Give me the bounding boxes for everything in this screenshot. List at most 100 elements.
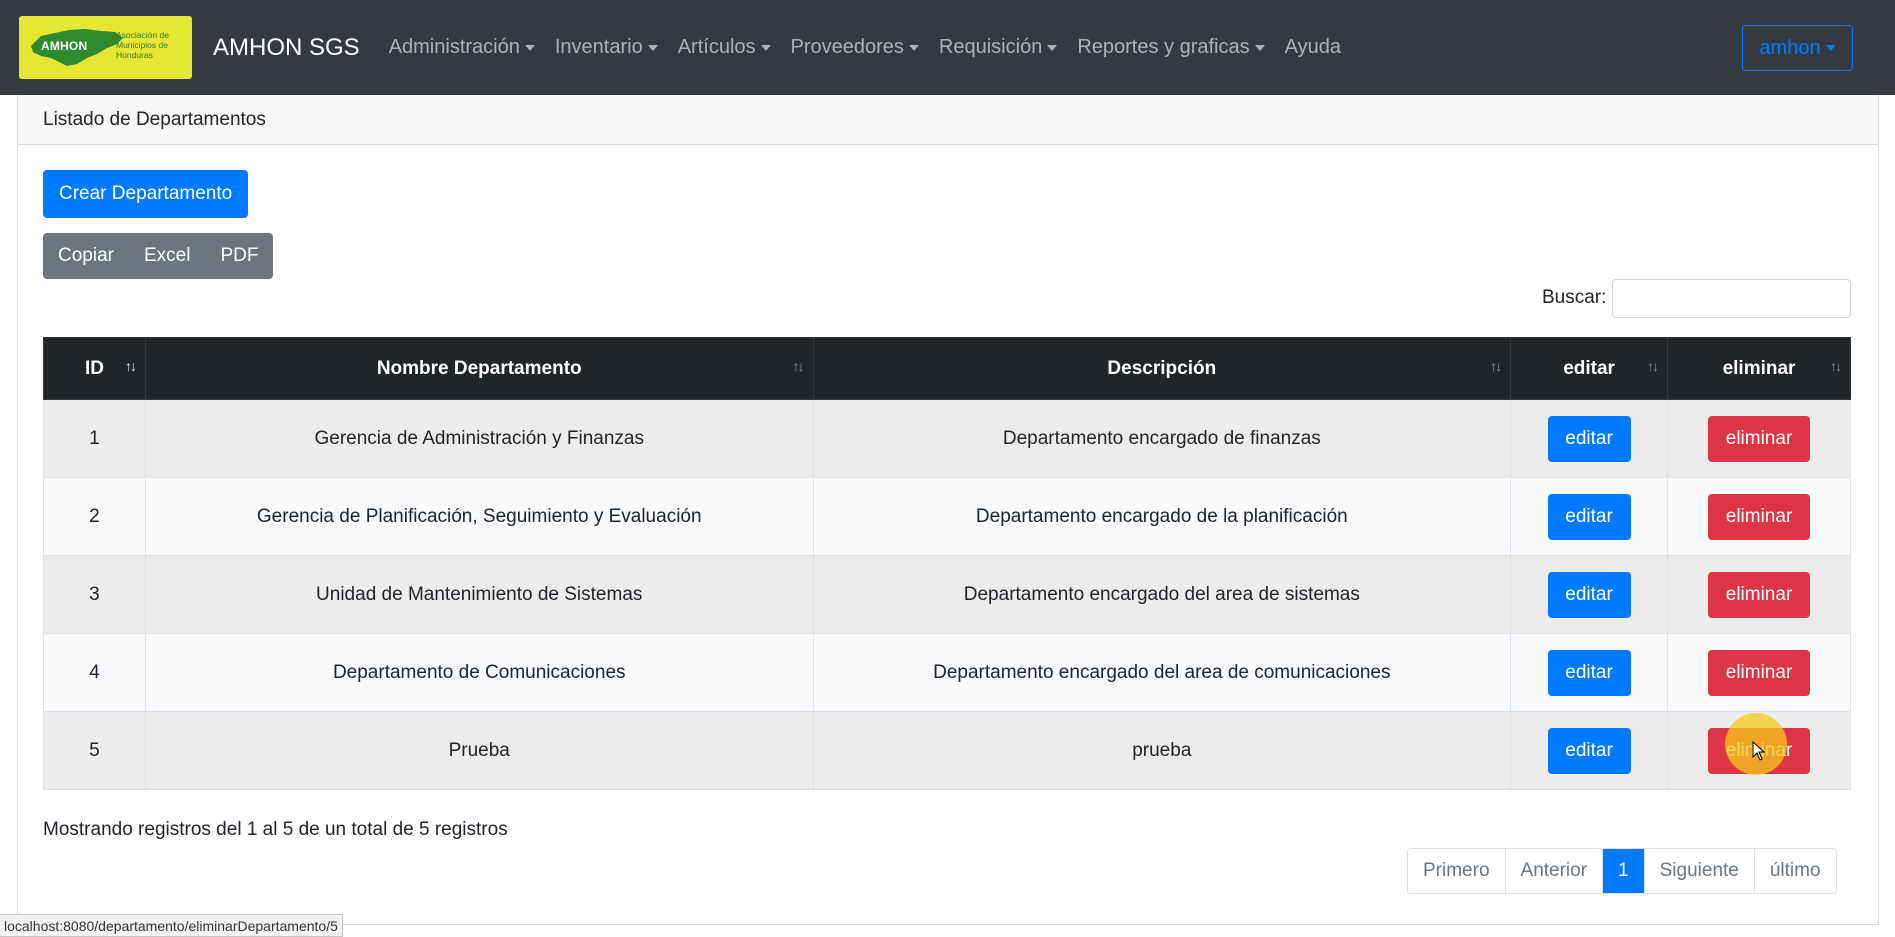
- sort-icon: ↑↓: [124, 358, 137, 374]
- copy-button[interactable]: Copiar: [43, 245, 129, 267]
- cell-delete: eliminar: [1667, 399, 1851, 478]
- nav-proveedores[interactable]: Proveedores: [781, 36, 929, 59]
- caret-down-icon: [908, 44, 919, 51]
- cell-text: Gerencia de Administración y Finanzas: [314, 427, 644, 449]
- sort-icon: ↑↓: [792, 358, 805, 374]
- column-label: ID: [84, 357, 104, 379]
- page-next-button[interactable]: Siguiente: [1644, 849, 1755, 893]
- caret-down-icon: [1254, 44, 1265, 51]
- nav-label: Reportes y graficas: [1077, 36, 1250, 58]
- caret-down-icon: [647, 44, 658, 51]
- user-label: amhon: [1759, 36, 1821, 59]
- cell-name: Departamento de Comunicaciones: [144, 633, 814, 712]
- brand-title[interactable]: AMHON SGS: [213, 34, 360, 62]
- user-menu-button[interactable]: amhon: [1742, 25, 1853, 71]
- pagination: Primero Anterior 1 Siguiente último: [1407, 848, 1837, 894]
- cell-id: 5: [43, 711, 146, 790]
- page-first-button[interactable]: Primero: [1408, 849, 1506, 893]
- nav-label: Requisición: [938, 36, 1043, 58]
- delete-button[interactable]: eliminar: [1708, 571, 1811, 618]
- top-navbar: AMHON Asociación de Municipios de Hondur…: [0, 0, 1895, 95]
- column-header-name[interactable]: Nombre Departamento ↑↓: [144, 337, 814, 400]
- create-department-button[interactable]: Crear Departamento: [43, 170, 249, 218]
- cell-name: Gerencia de Planificación, Seguimiento y…: [144, 477, 814, 556]
- amhon-logo[interactable]: AMHON Asociación de Municipios de Hondur…: [19, 16, 192, 79]
- export-button-group: Copiar Excel PDF: [43, 233, 273, 279]
- page-last-button[interactable]: último: [1754, 849, 1836, 893]
- cell-text: Departamento de Comunicaciones: [332, 661, 626, 683]
- cell-text: Departamento encargado del area de siste…: [963, 583, 1360, 605]
- cell-id: 1: [43, 399, 146, 478]
- cell-description: prueba: [812, 711, 1512, 790]
- column-label: eliminar: [1722, 357, 1796, 379]
- nav-label: Inventario: [554, 36, 643, 58]
- delete-button[interactable]: eliminar: [1708, 415, 1811, 462]
- delete-button[interactable]: eliminar: [1708, 727, 1811, 774]
- cell-text: 2: [89, 505, 100, 527]
- nav-articulos[interactable]: Artículos: [668, 36, 781, 59]
- cell-edit: editar: [1510, 711, 1669, 790]
- cell-description: Departamento encargado del area de siste…: [812, 555, 1512, 634]
- page-1-button[interactable]: 1: [1603, 849, 1645, 893]
- cell-text: 4: [89, 661, 100, 683]
- cell-description: Departamento encargado del area de comun…: [812, 633, 1512, 712]
- cell-text: Prueba: [448, 739, 510, 761]
- nav-ayuda[interactable]: Ayuda: [1275, 36, 1351, 59]
- departments-table: ID ↑↓ Nombre Departamento ↑↓ Descripción ↑↓…: [43, 337, 1851, 790]
- column-header-description[interactable]: Descripción ↑↓: [812, 337, 1512, 400]
- edit-button[interactable]: editar: [1547, 571, 1631, 618]
- edit-button[interactable]: editar: [1547, 415, 1631, 462]
- table-row: 1 Gerencia de Administración y Finanzas …: [43, 399, 1851, 478]
- column-header-edit[interactable]: editar ↑↓: [1510, 337, 1669, 400]
- nav-label: Artículos: [677, 36, 756, 58]
- pdf-button[interactable]: PDF: [205, 245, 273, 267]
- cell-text: Gerencia de Planificación, Seguimiento y…: [256, 505, 702, 527]
- nav-label: Administración: [388, 36, 520, 58]
- column-label: Descripción: [1107, 357, 1217, 379]
- cell-name: Prueba: [144, 711, 814, 790]
- cell-edit: editar: [1510, 555, 1669, 634]
- edit-button[interactable]: editar: [1547, 493, 1631, 540]
- cell-text: 3: [89, 583, 100, 605]
- cell-text: Departamento encargado del area de comun…: [933, 661, 1391, 683]
- page-previous-button[interactable]: Anterior: [1505, 849, 1604, 893]
- cell-delete: eliminar: [1667, 711, 1851, 790]
- card-title: Listado de Departamentos: [43, 108, 266, 130]
- nav-label: Ayuda: [1284, 36, 1341, 58]
- nav-administracion[interactable]: Administración: [379, 36, 545, 59]
- column-label: Nombre Departamento: [376, 357, 582, 379]
- edit-button[interactable]: editar: [1547, 727, 1631, 774]
- search-input[interactable]: [1612, 279, 1851, 318]
- caret-down-icon: [524, 44, 535, 51]
- nav-reportes[interactable]: Reportes y graficas: [1067, 36, 1274, 59]
- caret-down-icon: [1825, 45, 1836, 51]
- column-header-delete[interactable]: eliminar ↑↓: [1667, 337, 1851, 400]
- hover-url: localhost:8080/departamento/eliminarDepa…: [4, 917, 338, 934]
- nav-requisicion[interactable]: Requisición: [929, 36, 1067, 59]
- table-row: 5 Prueba prueba editar eliminar: [43, 711, 1851, 790]
- cell-name: Unidad de Mantenimiento de Sistemas: [144, 555, 814, 634]
- card-header: Listado de Departamentos: [18, 95, 1878, 145]
- edit-button[interactable]: editar: [1547, 649, 1631, 696]
- column-header-id[interactable]: ID ↑↓: [43, 337, 146, 400]
- caret-down-icon: [760, 44, 771, 51]
- departments-card: Listado de Departamentos Crear Departame…: [17, 95, 1879, 925]
- cell-text: prueba: [1132, 739, 1192, 761]
- cell-text: Departamento encargado de finanzas: [1002, 427, 1321, 449]
- delete-button[interactable]: eliminar: [1708, 493, 1811, 540]
- nav-inventario[interactable]: Inventario: [545, 36, 668, 59]
- table-header-row: ID ↑↓ Nombre Departamento ↑↓ Descripción ↑↓…: [43, 337, 1851, 400]
- cell-text: Departamento encargado de la planificaci…: [975, 505, 1348, 527]
- search-label: Buscar:: [1542, 287, 1607, 308]
- browser-status-bar: localhost:8080/departamento/eliminarDepa…: [0, 914, 343, 937]
- cell-id: 4: [43, 633, 146, 712]
- records-info: Mostrando registros del 1 al 5 de un tot…: [43, 819, 508, 840]
- table-row: 4 Departamento de Comunicaciones Departa…: [43, 633, 1851, 712]
- excel-button[interactable]: Excel: [129, 245, 205, 267]
- cell-id: 2: [43, 477, 146, 556]
- delete-button[interactable]: eliminar: [1708, 649, 1811, 696]
- caret-down-icon: [1047, 44, 1058, 51]
- cell-edit: editar: [1510, 399, 1669, 478]
- sort-icon: ↑↓: [1490, 358, 1502, 374]
- cell-description: Departamento encargado de finanzas: [812, 399, 1512, 478]
